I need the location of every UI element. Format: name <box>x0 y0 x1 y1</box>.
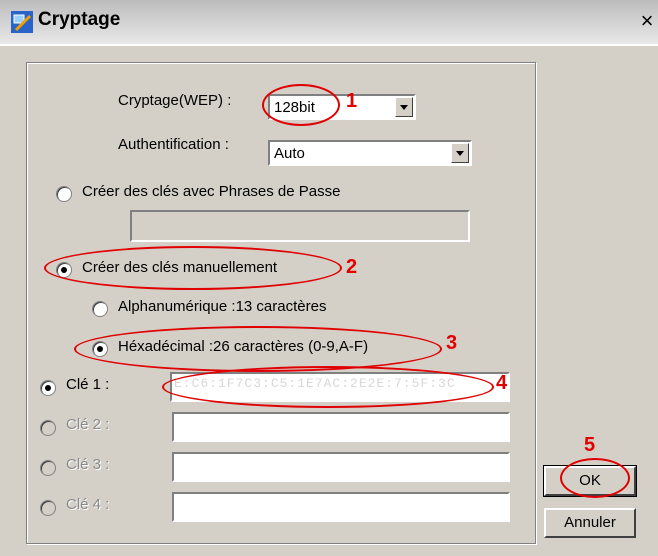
window-title: Cryptage <box>38 9 121 30</box>
cancel-button[interactable]: Annuler <box>544 508 636 538</box>
key2-radio[interactable] <box>40 420 56 436</box>
title-bar: Cryptage × <box>0 0 658 44</box>
annotation-ring-3 <box>74 326 442 372</box>
key1-radio[interactable] <box>40 380 56 396</box>
chevron-down-icon[interactable] <box>395 97 413 117</box>
key1-label: Clé 1 : <box>66 376 110 393</box>
key4-radio[interactable] <box>40 500 56 516</box>
key2-label: Clé 2 : <box>66 416 110 433</box>
auth-select[interactable]: Auto <box>268 140 472 166</box>
auth-value: Auto <box>274 145 305 162</box>
annotation-ring-2 <box>44 246 342 290</box>
annotation-number-5: 5 <box>584 434 596 456</box>
annotation-ring-4 <box>162 366 494 408</box>
auth-label: Authentification : <box>118 136 229 153</box>
alpha-label: Alphanumérique :13 caractères <box>118 298 327 315</box>
close-button[interactable]: × <box>636 6 658 36</box>
annotation-number-3: 3 <box>446 332 458 354</box>
key2-field[interactable] <box>172 412 510 442</box>
chevron-down-icon[interactable] <box>451 143 469 163</box>
key3-label: Clé 3 : <box>66 456 110 473</box>
annotation-number-4: 4 <box>496 372 508 394</box>
annotation-number-2: 2 <box>346 256 358 278</box>
annotation-ring-5 <box>560 458 630 498</box>
network-icon <box>11 11 33 33</box>
annotation-ring-1 <box>262 84 340 126</box>
key3-field[interactable] <box>172 452 510 482</box>
frame-divider <box>0 44 658 46</box>
encryption-label: Cryptage(WEP) : <box>118 92 232 109</box>
passphrase-field[interactable] <box>130 210 470 242</box>
passphrase-label: Créer des clés avec Phrases de Passe <box>82 183 341 200</box>
key4-field[interactable] <box>172 492 510 522</box>
passphrase-radio[interactable] <box>56 186 72 202</box>
key3-radio[interactable] <box>40 460 56 476</box>
key4-label: Clé 4 : <box>66 496 110 513</box>
annotation-number-1: 1 <box>346 90 358 112</box>
alpha-radio[interactable] <box>92 301 108 317</box>
